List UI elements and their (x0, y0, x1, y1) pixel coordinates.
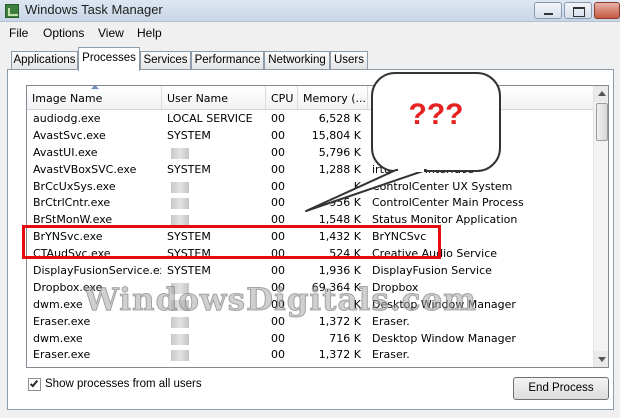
end-process-button[interactable]: End Process (513, 377, 609, 400)
image-name-cell: AvastVBoxSVC.exe (33, 162, 137, 176)
tab-applications[interactable]: Applications (11, 51, 78, 70)
cpu-cell: 00 (271, 331, 285, 345)
memory-cell: 15,804 K (311, 128, 361, 142)
image-name-cell: dwm.exe (33, 331, 83, 345)
column-header-image-name[interactable]: Image Name (27, 86, 162, 110)
redacted-user-name (171, 350, 189, 362)
cpu-cell: 00 (271, 112, 285, 125)
description-cell: DisplayFusion Service (372, 264, 492, 278)
column-header-user-name[interactable]: User Name (162, 86, 266, 110)
menu-bar: File Options View Help (0, 23, 620, 43)
menu-help[interactable]: Help (137, 26, 162, 40)
memory-cell: 1,288 K (318, 162, 361, 176)
table-row[interactable]: audiodg.exeLOCAL SERVICE006,528 Ksolatio… (27, 111, 594, 128)
description-cell: ControlCenter Main Process (372, 196, 524, 210)
column-header-cpu[interactable]: CPU (266, 86, 298, 110)
cpu-cell: 00 (271, 348, 285, 362)
redacted-user-name (171, 333, 189, 345)
close-button[interactable] (594, 2, 620, 19)
description-cell: Eraser. (372, 348, 410, 362)
image-name-cell: AvastSvc.exe (33, 128, 106, 142)
scroll-down-icon[interactable] (594, 351, 608, 367)
tab-performance[interactable]: Performance (191, 51, 264, 70)
minimize-button[interactable] (534, 2, 562, 19)
cpu-cell: 00 (271, 162, 285, 176)
memory-cell: 1,372 K (318, 348, 361, 362)
scroll-up-icon[interactable] (594, 86, 608, 102)
memory-cell: K (353, 179, 361, 193)
maximize-button[interactable] (564, 2, 592, 19)
memory-cell: 6,528 K (318, 112, 361, 125)
watermark: WindowsDigitals.com (84, 282, 477, 319)
image-name-cell: BrCcUxSys.exe (33, 179, 116, 193)
user-name-cell: LOCAL SERVICE (167, 112, 253, 125)
table-row[interactable]: AvastUI.exe 00 5,796 K (27, 145, 594, 162)
tab-processes[interactable]: Processes (78, 47, 140, 71)
description-cell: Desktop Window Manager (372, 331, 516, 345)
user-name-cell: SYSTEM (167, 128, 211, 142)
tab-users[interactable]: Users (330, 51, 368, 70)
title-bar: Windows Task Manager (0, 0, 620, 22)
memory-cell: 1,936 K (318, 264, 361, 278)
callout-text: ??? (408, 98, 464, 131)
memory-cell: 5,796 K (318, 145, 361, 159)
sort-ascending-icon (91, 86, 99, 89)
show-all-checkbox[interactable] (28, 378, 41, 391)
table-row[interactable]: dwm.exe 00 716 K Desktop Window Manager (27, 331, 594, 348)
description-cell: ControlCenter UX System (372, 179, 513, 193)
memory-cell: 716 K (329, 331, 361, 345)
column-header-memory[interactable]: Memory (... (298, 86, 368, 110)
table-row[interactable]: AvastSvc.exe SYSTEM 00 15,804 K (27, 128, 594, 145)
image-name-cell: Eraser.exe (33, 348, 91, 362)
menu-options[interactable]: Options (43, 26, 84, 40)
table-row[interactable]: DisplayFusionService.exe SYSTEM 00 1,936 K D… (27, 263, 594, 280)
table-row[interactable]: BrCcUxSys.exe 00 K ControlCenter UX System (27, 179, 594, 196)
cpu-cell: 00 (271, 145, 285, 159)
vertical-scrollbar[interactable] (593, 86, 608, 367)
cpu-cell: 00 (271, 264, 285, 278)
memory-cell: 956 K (329, 196, 361, 210)
table-row[interactable]: AvastVBoxSVC.exeSYSTEM001,288 KirtualBox… (27, 162, 594, 179)
cpu-cell: 00 (271, 128, 285, 142)
menu-view[interactable]: View (98, 26, 124, 40)
table-row[interactable]: Eraser.exe 00 1,372 K Eraser. (27, 347, 594, 364)
user-name-cell: SYSTEM (167, 264, 211, 278)
tab-strip: Applications Processes Services Performa… (0, 47, 620, 71)
redacted-user-name (171, 198, 189, 210)
cpu-cell: 00 (271, 196, 285, 210)
show-all-label: Show processes from all users (45, 378, 202, 390)
cpu-cell: 00 (271, 179, 285, 193)
image-name-cell: audiodg.exe (33, 112, 101, 125)
task-manager-icon (5, 4, 19, 18)
column-label: Image Name (32, 92, 103, 105)
scroll-thumb[interactable] (596, 103, 608, 141)
user-name-cell: SYSTEM (167, 162, 211, 176)
redacted-user-name (171, 147, 189, 159)
image-name-cell: DisplayFusionService.exe (33, 264, 161, 278)
tab-services[interactable]: Services (140, 51, 191, 70)
table-row[interactable]: BrCtrlCntr.exe 00 956 K ControlCenter Main … (27, 195, 594, 212)
image-name-cell: BrCtrlCntr.exe (33, 196, 111, 210)
window-title: Windows Task Manager (25, 2, 163, 17)
highlight-box (22, 225, 441, 259)
column-headers: Image Name User Name CPU Memory (... Des… (27, 86, 594, 110)
menu-file[interactable]: File (9, 26, 28, 40)
question-callout: ??? (371, 72, 501, 172)
tab-networking[interactable]: Networking (264, 51, 330, 70)
checkmark-icon (29, 378, 39, 388)
redacted-user-name (171, 181, 189, 193)
image-name-cell: AvastUI.exe (33, 145, 98, 159)
